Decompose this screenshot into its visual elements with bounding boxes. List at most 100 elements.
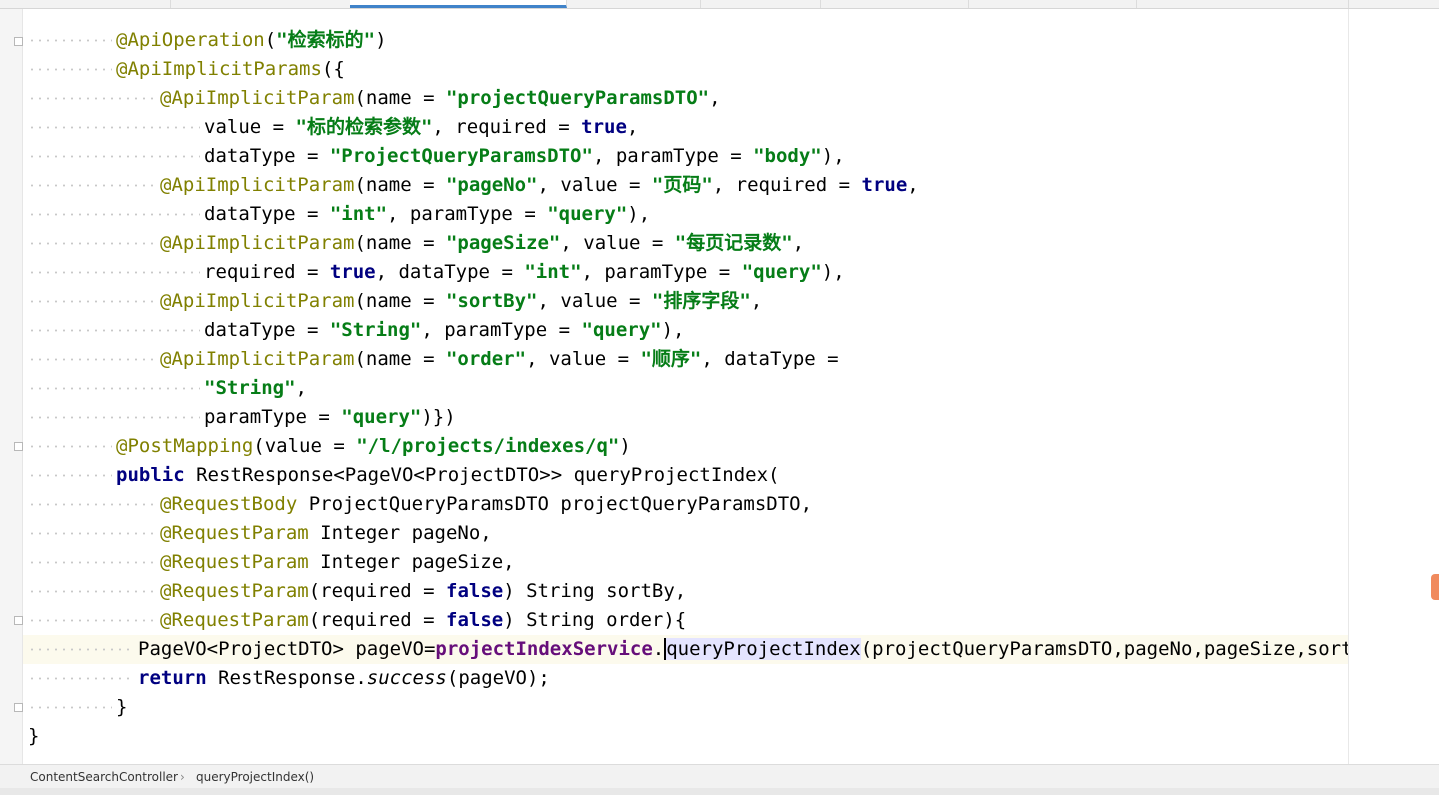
code-token: "int" (329, 203, 388, 225)
code-token: @ApiImplicitParam (160, 87, 355, 109)
code-token: ( (264, 29, 277, 51)
code-text: public RestResponse<PageVO<ProjectDTO>> … (116, 461, 780, 490)
whitespace-dots (28, 548, 156, 577)
code-token: , value = (537, 174, 652, 196)
code-token: true (861, 174, 908, 196)
code-token: ) (375, 29, 387, 51)
code-text: @ApiImplicitParam(name = "pageSize", val… (160, 229, 805, 258)
code-token: RestResponse. (206, 667, 367, 689)
code-text: dataType = "ProjectQueryParamsDTO", para… (204, 142, 845, 171)
editor-tab-active[interactable] (350, 0, 567, 8)
fold-marker-icon[interactable] (14, 703, 23, 712)
code-token: , paramType = (387, 203, 548, 225)
code-token: "order" (445, 348, 527, 370)
code-token: . (652, 638, 665, 660)
code-token: @RequestParam (160, 551, 309, 573)
code-token: @ApiImplicitParam (160, 174, 355, 196)
editor-tab[interactable] (566, 0, 701, 8)
code-token: dataType = (204, 145, 330, 167)
code-token: , value = (560, 232, 675, 254)
whitespace-dots (28, 432, 112, 461)
code-token: required = (204, 261, 330, 283)
whitespace-dots (28, 519, 156, 548)
breadcrumb-class[interactable]: ContentSearchController (30, 765, 178, 789)
whitespace-dots (28, 200, 200, 229)
fold-marker-icon[interactable] (14, 442, 23, 451)
whitespace-dots (28, 374, 200, 403)
editor-tab[interactable] (1348, 0, 1439, 8)
code-token: } (116, 696, 128, 718)
code-token: , dataType = (375, 261, 525, 283)
code-token: , value = (537, 290, 652, 312)
code-token: (name = (354, 290, 446, 312)
code-token: } (28, 725, 40, 747)
whitespace-dots (28, 229, 156, 258)
code-token: @RequestParam (160, 522, 309, 544)
whitespace-dots (28, 490, 156, 519)
code-line[interactable]: PageVO<ProjectDTO> pageVO=projectIndexSe… (23, 635, 1348, 664)
code-text: @RequestParam Integer pageNo, (160, 519, 492, 548)
editor-gutter[interactable] (0, 9, 23, 764)
code-text: @RequestParam(required = false) String s… (160, 577, 687, 606)
editor-tab[interactable] (820, 0, 969, 8)
code-text: paramType = "query")}) (204, 403, 456, 432)
whitespace-dots (28, 113, 200, 142)
code-token: , required = (712, 174, 862, 196)
code-text: @ApiOperation("检索标的") (116, 26, 387, 55)
fold-marker-icon[interactable] (14, 616, 23, 625)
code-token: "int" (524, 261, 582, 283)
error-stripe-marker[interactable] (1431, 574, 1439, 600)
code-token: @RequestParam (160, 609, 309, 631)
code-token: (value = (253, 435, 357, 457)
fold-marker-icon[interactable] (14, 37, 23, 46)
editor-tab[interactable] (1136, 0, 1349, 8)
code-token: return (138, 667, 207, 689)
code-token: , (709, 87, 721, 109)
code-token: "排序字段" (651, 290, 751, 312)
code-editor[interactable]: @ApiOperation("检索标的") @ApiImplicitParams(… (23, 9, 1348, 764)
code-text: @ApiImplicitParam(name = "order", value … (160, 345, 839, 374)
whitespace-dots (28, 55, 112, 84)
editor-tab[interactable] (700, 0, 821, 8)
code-token: ), (821, 145, 845, 167)
whitespace-dots (28, 84, 156, 113)
code-token: "顺序" (640, 348, 702, 370)
code-token: false (446, 609, 504, 631)
code-text: dataType = "String", paramType = "query"… (204, 316, 685, 345)
code-token: , required = (432, 116, 582, 138)
code-token: "/l/projects/indexes/q" (356, 435, 620, 457)
code-token: queryProjectIndex (664, 638, 861, 660)
code-token: "ProjectQueryParamsDTO" (329, 145, 593, 167)
code-token: ({ (321, 58, 345, 80)
breadcrumb-method[interactable]: queryProjectIndex() (196, 765, 314, 789)
code-token: "pageNo" (445, 174, 538, 196)
editor-scrollbar-area[interactable] (1349, 9, 1439, 764)
code-token: public (116, 464, 185, 486)
code-token: "页码" (651, 174, 713, 196)
whitespace-dots (28, 635, 134, 664)
code-token: "String" (204, 377, 296, 399)
code-token: , (750, 290, 763, 312)
code-token: , paramType = (421, 319, 582, 341)
code-token: ) String order){ (503, 609, 687, 631)
code-text: "String", (204, 374, 307, 403)
code-token: "sortBy" (445, 290, 538, 312)
breadcrumb-separator-icon: › (180, 770, 185, 784)
code-token: true (329, 261, 376, 283)
code-token: , (907, 174, 919, 196)
editor-tab[interactable] (170, 0, 351, 8)
code-text: @ApiImplicitParam(name = "pageNo", value… (160, 171, 919, 200)
code-token: , paramType = (581, 261, 742, 283)
whitespace-dots (28, 316, 200, 345)
code-token: Integer pageSize, (308, 551, 515, 573)
code-token: dataType = (204, 319, 330, 341)
code-token: @PostMapping (116, 435, 254, 457)
whitespace-dots (28, 693, 112, 722)
whitespace-dots (28, 403, 200, 432)
code-token: ) String sortBy, (503, 580, 687, 602)
editor-tab-bar (0, 0, 1439, 9)
code-token: "query" (741, 261, 822, 283)
code-token: ProjectQueryParamsDTO projectQueryParams… (297, 493, 813, 515)
editor-tab[interactable] (0, 0, 171, 8)
editor-tab[interactable] (968, 0, 1137, 8)
